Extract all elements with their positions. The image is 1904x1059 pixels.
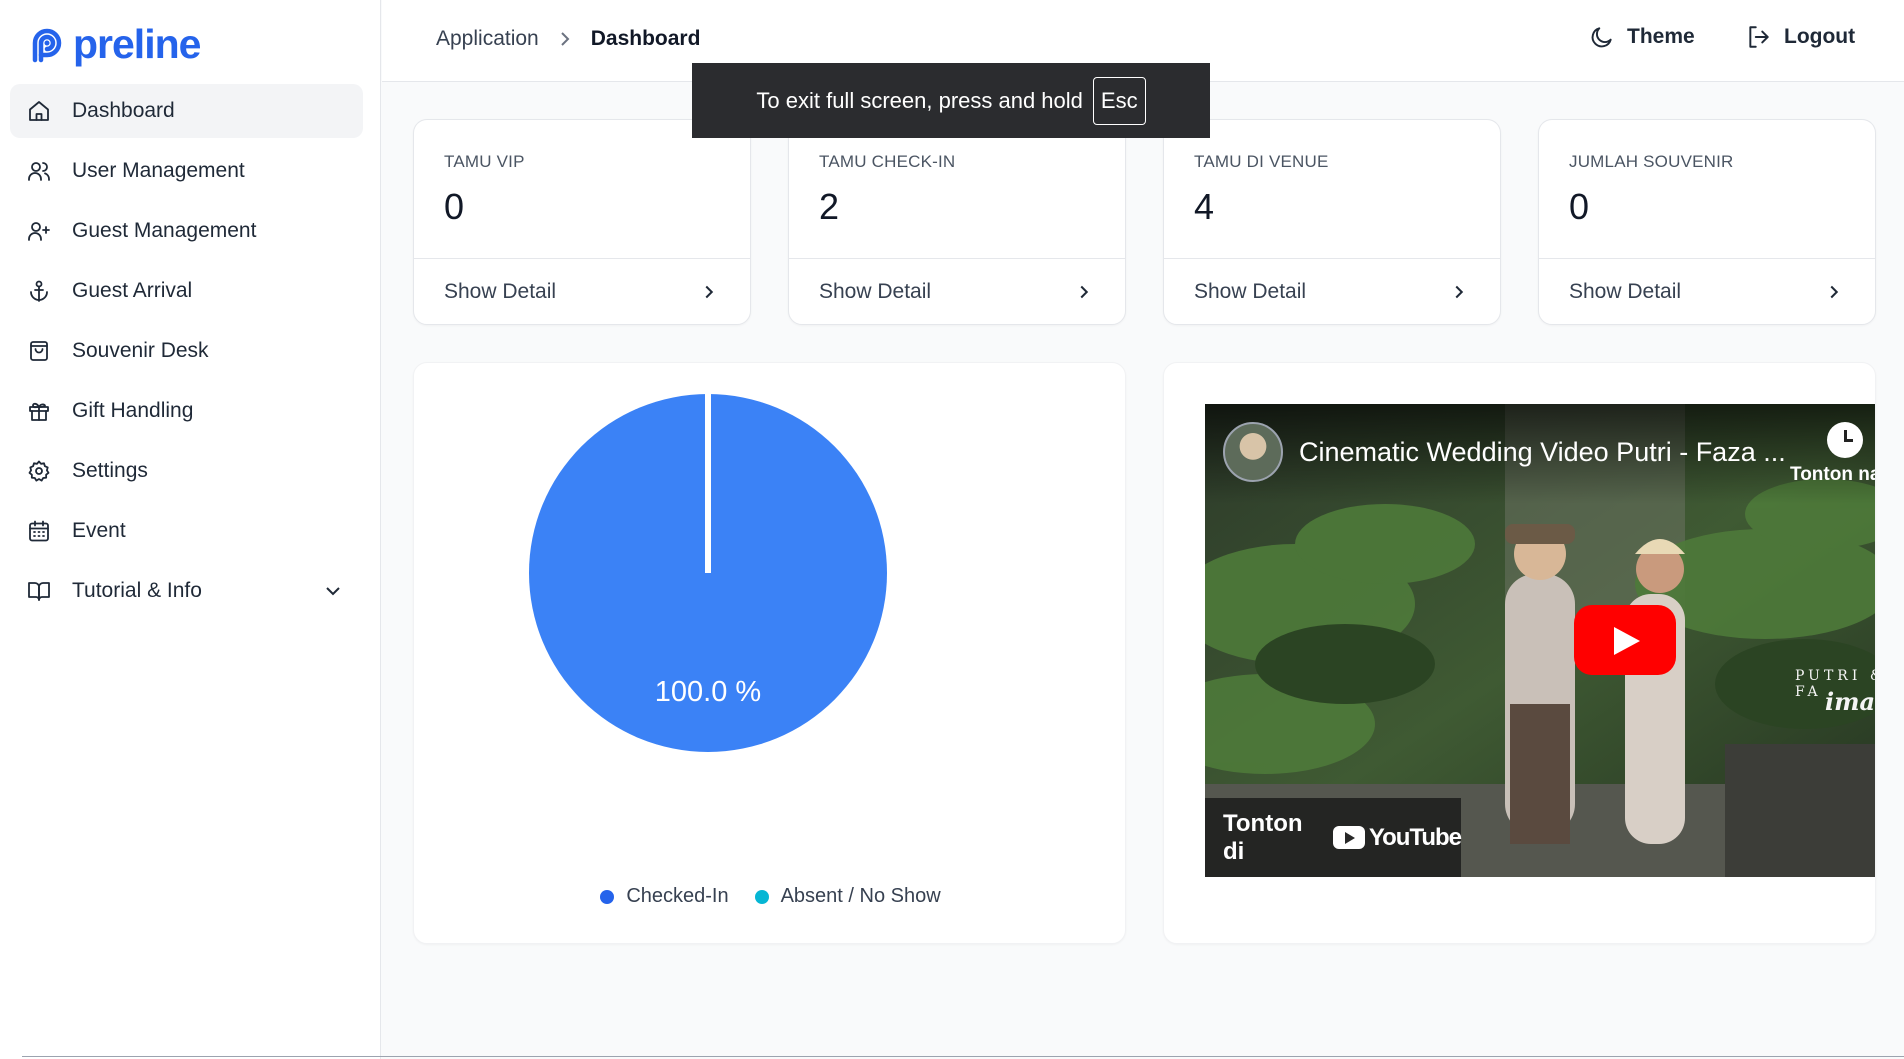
sidebar: preline Dashboard User Management Guest …	[0, 0, 381, 1059]
sidebar-item-souvenir-desk[interactable]: Souvenir Desk	[10, 324, 363, 378]
legend-item[interactable]: Checked-In	[600, 885, 729, 908]
sidebar-item-dashboard[interactable]: Dashboard	[10, 84, 363, 138]
legend-swatch	[600, 889, 615, 904]
breadcrumb-dashboard: Dashboard	[590, 27, 701, 50]
esc-key-badge: Esc	[1092, 76, 1146, 125]
horizontal-scrollbar[interactable]	[22, 1056, 1904, 1057]
moon-icon	[1591, 27, 1612, 48]
show-detail-label: Show Detail	[1569, 280, 1682, 303]
sidebar-item-label: Guest Arrival	[72, 279, 193, 302]
stat-label: JUMLAH SOUVENIR	[1569, 152, 1734, 171]
users-icon	[26, 158, 52, 184]
watermark-logo: imagen	[1825, 687, 1876, 716]
show-detail-label: Show Detail	[819, 280, 932, 303]
stat-card-jumlah-souvenir: JUMLAH SOUVENIR 0 Show Detail	[1538, 119, 1876, 325]
sidebar-nav: Dashboard User Management Guest Manageme…	[10, 84, 363, 624]
sidebar-item-event[interactable]: Event	[10, 504, 363, 558]
logout-icon	[1749, 26, 1769, 48]
sidebar-item-label: Event	[72, 519, 126, 542]
stat-value: 4	[1194, 186, 1215, 227]
chevron-right-icon	[1455, 285, 1464, 299]
sidebar-item-guest-management[interactable]: Guest Management	[10, 204, 363, 258]
sidebar-item-guest-arrival[interactable]: Guest Arrival	[10, 264, 363, 318]
sidebar-item-label: Gift Handling	[72, 399, 194, 422]
preline-logo-icon	[32, 28, 62, 63]
chevron-right-icon	[1080, 285, 1089, 299]
sidebar-item-label: User Management	[72, 159, 245, 182]
stat-value: 2	[819, 186, 840, 227]
sidebar-item-tutorial-info[interactable]: Tutorial & Info	[10, 564, 363, 618]
logout-button[interactable]: Logout	[1746, 24, 1855, 50]
logout-label: Logout	[1784, 25, 1856, 48]
anchor-icon	[26, 278, 52, 304]
stat-card-tamu-di-venue: TAMU DI VENUE 4 Show Detail	[1163, 119, 1501, 325]
shopping-bag-icon	[26, 338, 52, 364]
sidebar-item-label: Dashboard	[72, 99, 175, 122]
user-plus-icon	[26, 218, 52, 244]
watch-on-label: Tonton di	[1223, 809, 1303, 865]
chevron-right-icon	[705, 285, 714, 299]
clock-icon	[1827, 422, 1863, 458]
gift-icon	[26, 398, 52, 424]
play-button[interactable]	[1574, 605, 1676, 675]
legend-swatch	[754, 889, 769, 904]
sidebar-item-label: Souvenir Desk	[72, 339, 209, 362]
chart-legend: Checked-In Absent / No Show	[414, 885, 1127, 908]
legend-label: Absent / No Show	[780, 885, 941, 907]
show-detail-link[interactable]: Show Detail	[1539, 259, 1875, 325]
theme-label: Theme	[1627, 25, 1695, 48]
attendance-chart-panel: 100.0 % Checked-In Absent / No Show	[413, 362, 1126, 944]
watch-later-label: Tonton nanti	[1790, 464, 1875, 485]
youtube-embed[interactable]: Cinematic Wedding Video Putri - Faza ...…	[1205, 404, 1876, 877]
show-detail-link[interactable]: Show Detail	[789, 259, 1125, 325]
youtube-wordmark: YouTube	[1368, 823, 1462, 851]
breadcrumb-application[interactable]: Application	[436, 27, 539, 51]
sidebar-item-label: Guest Management	[72, 219, 257, 242]
stat-value: 0	[444, 186, 465, 227]
show-detail-link[interactable]: Show Detail	[414, 259, 750, 325]
channel-avatar[interactable]	[1223, 422, 1283, 482]
brand-logo[interactable]: preline	[27, 21, 201, 67]
pie-data-label: 100.0 %	[655, 676, 761, 708]
theme-toggle-button[interactable]: Theme	[1589, 24, 1695, 50]
show-detail-label: Show Detail	[1194, 280, 1307, 303]
brand-name: preline	[73, 21, 201, 67]
stat-card-tamu-check-in: TAMU CHECK-IN 2 Show Detail	[788, 119, 1126, 325]
video-panel: Cinematic Wedding Video Putri - Faza ...…	[1163, 362, 1876, 944]
stat-label: TAMU VIP	[444, 152, 525, 171]
show-detail-link[interactable]: Show Detail	[1164, 259, 1500, 325]
watch-later-button[interactable]: Tonton nanti	[1790, 422, 1875, 486]
video-title[interactable]: Cinematic Wedding Video Putri - Faza ...	[1299, 437, 1786, 468]
gear-icon	[26, 458, 52, 484]
fullscreen-exit-toast: To exit full screen, press and hold Esc	[692, 63, 1210, 138]
stat-card-tamu-vip: TAMU VIP 0 Show Detail	[413, 119, 751, 325]
legend-label: Checked-In	[626, 885, 729, 907]
calendar-icon	[26, 518, 52, 544]
sidebar-item-user-management[interactable]: User Management	[10, 144, 363, 198]
toast-text: To exit full screen, press and hold	[756, 87, 1083, 113]
youtube-play-icon	[1332, 826, 1365, 849]
sidebar-item-settings[interactable]: Settings	[10, 444, 363, 498]
chevron-down-icon[interactable]	[321, 579, 345, 603]
youtube-logo: YouTube	[1332, 823, 1462, 852]
breadcrumb: Application Dashboard	[436, 27, 700, 51]
book-icon	[26, 578, 52, 604]
legend-item[interactable]: Absent / No Show	[754, 885, 941, 908]
sidebar-item-label: Settings	[72, 459, 148, 482]
pie-chart: 100.0 %	[529, 394, 887, 752]
stat-label: TAMU DI VENUE	[1194, 152, 1329, 171]
stat-value: 0	[1569, 186, 1590, 227]
chevron-right-icon	[555, 29, 575, 49]
stat-label: TAMU CHECK-IN	[819, 152, 956, 171]
chevron-right-icon	[1830, 285, 1839, 299]
sidebar-item-label: Tutorial & Info	[72, 579, 202, 602]
home-icon	[26, 98, 52, 124]
show-detail-label: Show Detail	[444, 280, 557, 303]
sidebar-item-gift-handling[interactable]: Gift Handling	[10, 384, 363, 438]
watch-on-youtube-button[interactable]: Tonton di YouTube	[1205, 798, 1462, 877]
